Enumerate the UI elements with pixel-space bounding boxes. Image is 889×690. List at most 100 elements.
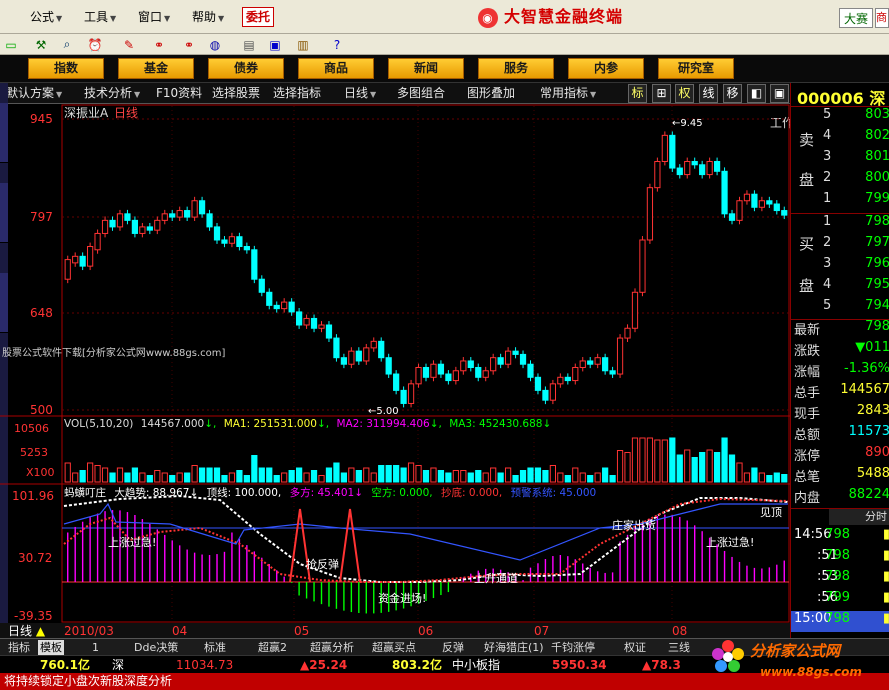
volume-bar-94 (766, 475, 773, 483)
quote-label: 总手 (794, 386, 821, 401)
indicator-tab-10[interactable]: 千钧涨停 (551, 640, 595, 655)
scheme-dropdown[interactable]: 默认方案 ▼ (6, 85, 62, 102)
indicator-tab-1[interactable]: 模板 (38, 640, 64, 655)
candle-body-34 (318, 324, 325, 329)
level-price: 797 (865, 235, 889, 250)
candle-body-40 (363, 347, 370, 362)
multi-chart-button[interactable]: 多图组合 (397, 85, 445, 102)
ask-level-1[interactable]: 1 799 (791, 191, 889, 212)
more-tab[interactable]: 商 (875, 8, 889, 28)
screen-icon[interactable]: ▭ (2, 36, 20, 53)
quote-row: 现手 2843 (791, 403, 889, 424)
ask-level-2[interactable]: 2 800 (791, 170, 889, 191)
indicator-tab-11[interactable]: 权证 (624, 640, 646, 655)
sh-amount: 760.1亿 (40, 658, 90, 672)
ask-level-4[interactable]: 4 802 (791, 128, 889, 149)
globe-icon[interactable]: ◍ (206, 36, 224, 53)
candle-body-6 (109, 219, 116, 228)
tab-commodity[interactable]: 商品 (298, 58, 374, 79)
indicator-tab-9[interactable]: 好海猎庄(1) (484, 640, 544, 655)
level-price: 796 (865, 256, 889, 271)
stock-chart[interactable]: 深振业A 日线 945 797 648 500 10506 5253 X100 … (0, 104, 790, 638)
indicator-tab-12[interactable]: 三线 (668, 640, 690, 655)
menu-formula[interactable]: 公式 ▼ (30, 8, 62, 26)
mark-button[interactable]: 标 (628, 84, 647, 103)
fenshi-tab[interactable]: 分时 (829, 509, 889, 525)
volume-bar-8 (124, 472, 131, 483)
tab-news[interactable]: 新闻 (388, 58, 464, 79)
window-icon[interactable]: ▣ (266, 36, 284, 53)
indicator-tab-4[interactable]: 标准 (204, 640, 226, 655)
ask-level-3[interactable]: 3 801 (791, 149, 889, 170)
tab-insider[interactable]: 内参 (568, 58, 644, 79)
volume-bar-95 (773, 472, 780, 483)
indicator-tab-2[interactable]: 1 (92, 640, 99, 655)
volume-bar-14 (169, 475, 176, 483)
indicator-tab-5[interactable]: 超赢2 (258, 640, 287, 655)
period-bottom-label: 日线 ▲ (8, 624, 46, 638)
volume-bar-57 (490, 467, 497, 483)
select-stock-button[interactable]: 选择股票 (212, 85, 260, 102)
indicator-tab-6[interactable]: 超赢分析 (310, 640, 354, 655)
menu-window[interactable]: 窗口 ▼ (138, 8, 170, 26)
ask-level-5[interactable]: 5 803 (791, 107, 889, 128)
tab-service[interactable]: 服务 (478, 58, 554, 79)
quote-label: 总笔 (794, 470, 821, 485)
news-ticker[interactable]: 将持续锁定小盘次新股深度分析 (0, 673, 889, 690)
candle-body-19 (206, 213, 213, 228)
print-icon[interactable]: ▤ (240, 36, 258, 53)
volume-bar-52 (452, 470, 459, 483)
tab-research[interactable]: 研究室 (658, 58, 734, 79)
alarm-icon[interactable]: ⏰ (86, 36, 104, 53)
indicator-tab-7[interactable]: 超赢买点 (372, 640, 416, 655)
candle-body-69 (579, 360, 586, 368)
window-button[interactable]: ▣ (770, 84, 789, 103)
candle-body-35 (325, 324, 333, 339)
f10-button[interactable]: F10资料 (156, 85, 202, 102)
bid-level-4[interactable]: 4 795 (791, 277, 889, 298)
select-indicator-button[interactable]: 选择指标 (273, 85, 321, 102)
bid-level-5[interactable]: 5 794 (791, 298, 889, 319)
volume-bar-89 (728, 454, 736, 483)
binoculars-icon[interactable]: ⌕ (58, 36, 76, 53)
link2-icon[interactable]: ⚭ (180, 36, 198, 53)
menu-tools[interactable]: 工具 ▼ (84, 8, 116, 26)
candle-body-8 (124, 213, 131, 221)
tech-analysis-dropdown[interactable]: 技术分析 ▼ (84, 85, 140, 102)
indicator-tab-3[interactable]: Dde决策 (134, 640, 178, 655)
volume-bar-64 (542, 470, 549, 483)
candle-body-77 (639, 239, 646, 293)
link-icon[interactable]: ⚭ (150, 36, 168, 53)
vol-tick-3: X100 (26, 466, 55, 479)
move-button[interactable]: 移 (723, 84, 742, 103)
tools-icon[interactable]: ⚒ (32, 36, 50, 53)
rights-button[interactable]: 权 (675, 84, 694, 103)
layout-button[interactable]: ◧ (747, 84, 766, 103)
books-icon[interactable]: ▥ (294, 36, 312, 53)
volume-bar-70 (587, 475, 594, 483)
indicator-tab-8[interactable]: 反弹 (442, 640, 464, 655)
tab-fund[interactable]: 基金 (118, 58, 194, 79)
volume-bar-45 (400, 467, 407, 483)
doc-icon[interactable]: ✎ (120, 36, 138, 53)
bid-level-2[interactable]: 2 797 (791, 235, 889, 256)
help-cursor-icon[interactable]: ? (328, 36, 346, 53)
bid-level-1[interactable]: 1 798 (791, 214, 889, 235)
tick-price: 798 (825, 527, 850, 542)
volume-bar-50 (437, 470, 445, 483)
menu-help[interactable]: 帮助 ▼ (192, 8, 224, 26)
overlay-button[interactable]: 图形叠加 (467, 85, 515, 102)
entrust-button[interactable]: 委托 (242, 7, 274, 27)
volume-bar-80 (661, 439, 668, 483)
grid-button[interactable]: ⊞ (652, 84, 671, 103)
volume-bar-85 (699, 452, 706, 483)
contest-button[interactable]: 大赛 (839, 8, 874, 28)
tab-bond[interactable]: 债券 (208, 58, 284, 79)
volume-bar-37 (340, 472, 348, 483)
tab-index[interactable]: 指数 (28, 58, 104, 79)
period-dropdown[interactable]: 日线 ▼ (344, 85, 376, 102)
bid-level-3[interactable]: 3 796 (791, 256, 889, 277)
common-indicator-dropdown[interactable]: 常用指标 ▼ (540, 85, 596, 102)
line-button[interactable]: 线 (699, 84, 718, 103)
indicator-tab-0[interactable]: 指标 (8, 640, 30, 655)
